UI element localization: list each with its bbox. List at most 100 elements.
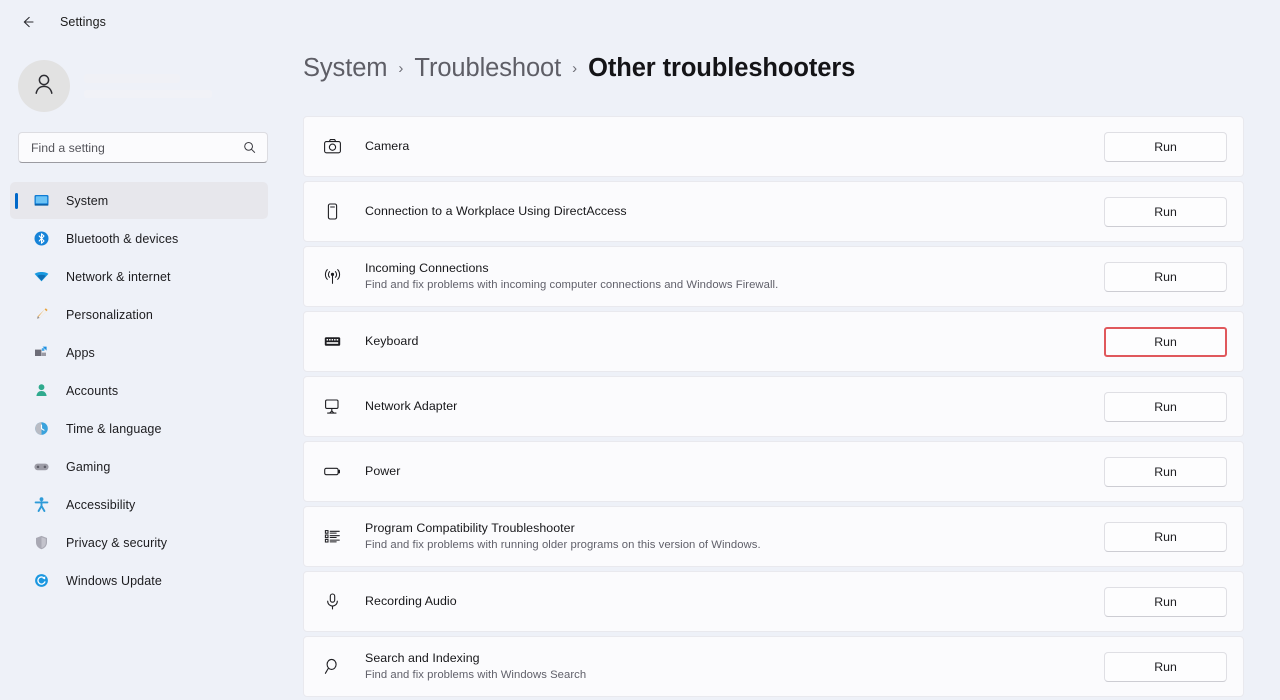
run-button[interactable]: Run	[1104, 651, 1227, 682]
battery-icon	[321, 461, 343, 483]
run-button[interactable]: Run	[1104, 131, 1227, 162]
table-row: Program Compatibility Troubleshooter Fin…	[303, 506, 1244, 567]
row-title: Program Compatibility Troubleshooter	[365, 521, 575, 535]
settings-window: Settings Find a setting System Bluetooth…	[0, 0, 1280, 700]
row-text: Program Compatibility Troubleshooter Fin…	[365, 520, 1104, 553]
row-title: Camera	[365, 139, 410, 154]
sidebar-item-privacy-security[interactable]: Privacy & security	[10, 524, 268, 561]
wifi-icon	[32, 268, 50, 286]
breadcrumb: System › Troubleshoot › Other troublesho…	[303, 44, 1244, 116]
table-row: Keyboard Run	[303, 311, 1244, 372]
accessibility-icon	[32, 496, 50, 514]
apps-grid-icon	[32, 344, 50, 362]
run-button[interactable]: Run	[1104, 196, 1227, 227]
paintbrush-icon	[32, 306, 50, 324]
breadcrumb-item-current: Other troubleshooters	[588, 54, 856, 82]
sidebar-nav: System Bluetooth & devices Network & int…	[0, 182, 290, 599]
sidebar-item-time-language[interactable]: Time & language	[10, 410, 268, 447]
run-button[interactable]: Run	[1104, 326, 1227, 357]
sidebar-item-accessibility[interactable]: Accessibility	[10, 486, 268, 523]
app-title: Settings	[60, 15, 106, 29]
network-adapter-icon	[321, 396, 343, 418]
search-icon[interactable]	[241, 140, 257, 155]
row-text: Connection to a Workplace Using DirectAc…	[365, 203, 1104, 220]
window-body: System Bluetooth & devices	[0, 44, 1280, 700]
sidebar-item-label: Windows Update	[66, 573, 162, 588]
badge-card-icon	[321, 201, 343, 223]
row-text: Power	[365, 463, 1104, 480]
table-row: Search and Indexing Find and fix problem…	[303, 636, 1244, 697]
account-email-line	[84, 90, 212, 98]
sidebar-item-label: Apps	[66, 345, 95, 360]
sidebar-item-windows-update[interactable]: Windows Update	[10, 562, 268, 599]
sidebar-item-label: Bluetooth & devices	[66, 231, 179, 246]
clock-globe-icon	[32, 420, 50, 438]
row-text: Network Adapter	[365, 398, 1104, 415]
keyboard-icon	[321, 331, 343, 353]
account-name-line	[84, 74, 180, 83]
row-text: Recording Audio	[365, 593, 1104, 610]
avatar	[18, 60, 70, 112]
run-button[interactable]: Run	[1104, 261, 1227, 292]
troubleshooter-list: Camera Run Connection to a Workplace Usi…	[303, 116, 1244, 697]
sidebar-item-system[interactable]: System	[10, 182, 268, 219]
sidebar-item-label: Privacy & security	[66, 535, 168, 550]
row-description: Find and fix problems with running older…	[365, 538, 761, 551]
selection-indicator	[15, 192, 18, 209]
breadcrumb-item-system[interactable]: System	[303, 54, 388, 83]
sidebar-item-label: Gaming	[66, 459, 111, 474]
row-description: Find and fix problems with Windows Searc…	[365, 668, 587, 681]
row-text: Incoming Connections Find and fix proble…	[365, 260, 1104, 293]
sidebar-item-network-internet[interactable]: Network & internet	[10, 258, 268, 295]
back-button[interactable]	[13, 7, 43, 37]
account-block[interactable]	[0, 44, 290, 120]
microphone-icon	[321, 591, 343, 613]
row-title: Search and Indexing	[365, 651, 480, 665]
shield-icon	[32, 534, 50, 552]
sidebar-item-label: Accounts	[66, 383, 119, 398]
row-text: Camera	[365, 138, 1104, 155]
sidebar-item-gaming[interactable]: Gaming	[10, 448, 268, 485]
update-sync-icon	[32, 572, 50, 590]
person-avatar-icon	[29, 69, 59, 104]
run-button[interactable]: Run	[1104, 456, 1227, 487]
search-container	[0, 120, 290, 163]
sidebar-item-accounts[interactable]: Accounts	[10, 372, 268, 409]
row-title: Recording Audio	[365, 594, 457, 609]
camera-icon	[321, 136, 343, 158]
magnifier-icon	[321, 656, 343, 678]
sidebar-item-personalization[interactable]: Personalization	[10, 296, 268, 333]
account-name-placeholder	[84, 74, 212, 98]
gamepad-icon	[32, 458, 50, 476]
sidebar-item-bluetooth-devices[interactable]: Bluetooth & devices	[10, 220, 268, 257]
content-area: System › Troubleshoot › Other troublesho…	[290, 44, 1280, 700]
row-text: Keyboard	[365, 333, 1104, 350]
back-arrow-icon	[20, 14, 36, 30]
broadcast-antenna-icon	[321, 266, 343, 288]
run-button[interactable]: Run	[1104, 391, 1227, 422]
row-title: Power	[365, 464, 401, 479]
table-row: Camera Run	[303, 116, 1244, 177]
sidebar: System Bluetooth & devices	[0, 44, 290, 700]
run-button[interactable]: Run	[1104, 586, 1227, 617]
run-button[interactable]: Run	[1104, 521, 1227, 552]
table-row: Power Run	[303, 441, 1244, 502]
table-row: Recording Audio Run	[303, 571, 1244, 632]
sidebar-item-label: Time & language	[66, 421, 162, 436]
row-title: Keyboard	[365, 334, 419, 349]
search-box[interactable]	[18, 132, 268, 163]
row-title: Incoming Connections	[365, 261, 489, 275]
monitor-icon	[32, 192, 50, 210]
row-description: Find and fix problems with incoming comp…	[365, 278, 779, 291]
sidebar-item-apps[interactable]: Apps	[10, 334, 268, 371]
row-text: Search and Indexing Find and fix problem…	[365, 650, 1104, 683]
search-input[interactable]	[29, 140, 241, 155]
list-bullets-icon	[321, 526, 343, 548]
sidebar-item-label: System	[66, 193, 109, 208]
sidebar-item-label: Network & internet	[66, 269, 171, 284]
breadcrumb-item-troubleshoot[interactable]: Troubleshoot	[414, 54, 561, 83]
row-title: Network Adapter	[365, 399, 458, 414]
bluetooth-icon	[32, 230, 50, 248]
chevron-right-icon: ›	[398, 60, 404, 77]
window-titlebar: Settings	[0, 0, 1280, 44]
